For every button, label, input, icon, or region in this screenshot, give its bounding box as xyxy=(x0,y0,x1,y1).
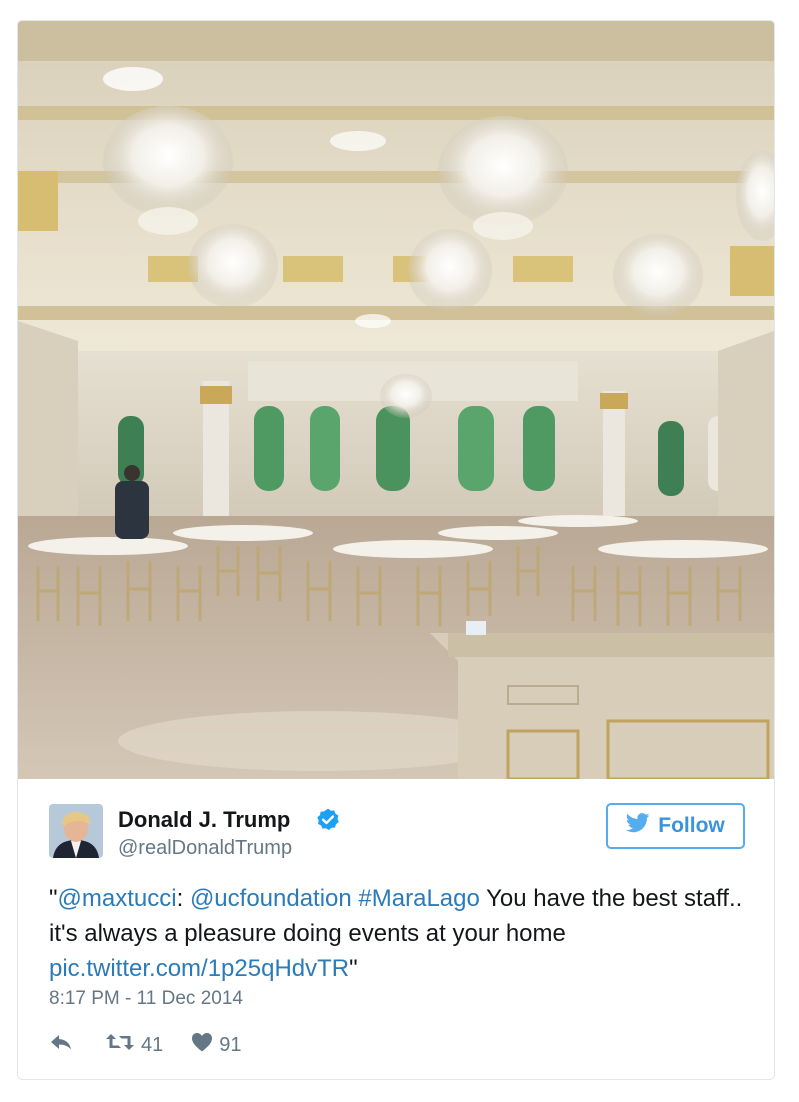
retweet-count: 41 xyxy=(141,1033,164,1056)
follow-button[interactable]: Follow xyxy=(606,803,745,849)
like-button[interactable]: 91 xyxy=(191,1032,242,1058)
reply-button[interactable] xyxy=(49,1033,75,1057)
open-quote: " xyxy=(49,885,58,912)
reply-icon xyxy=(49,1033,73,1057)
author-handle[interactable]: @realDonaldTrump xyxy=(118,837,292,860)
author-name[interactable]: Donald J. Trump xyxy=(118,807,290,833)
hashtag-link-maralago[interactable]: #MaraLago xyxy=(358,885,479,912)
verified-badge-icon xyxy=(315,807,341,833)
ballroom-photo xyxy=(18,21,774,779)
like-count: 91 xyxy=(219,1033,242,1056)
retweet-icon xyxy=(105,1032,135,1058)
tweet-timestamp[interactable]: 8:17 PM - 11 Dec 2014 xyxy=(49,988,243,1010)
tweet-photo[interactable] xyxy=(18,21,774,779)
author-avatar[interactable] xyxy=(49,804,103,858)
close-quote: " xyxy=(349,955,358,982)
mention-link-ucfoundation[interactable]: @ucfoundation xyxy=(190,885,352,912)
avatar-portrait-image xyxy=(49,804,103,858)
heart-icon xyxy=(191,1032,213,1058)
follow-label: Follow xyxy=(658,814,725,837)
tweet-actions: 41 91 xyxy=(49,1031,242,1059)
mention-link-maxtucci[interactable]: @maxtucci xyxy=(58,885,177,912)
pic-link[interactable]: pic.twitter.com/1p25qHdvTR xyxy=(49,955,349,982)
colon-text: : xyxy=(176,885,190,912)
retweet-button[interactable]: 41 xyxy=(105,1032,163,1058)
embedded-tweet-card: Donald J. Trump @realDonaldTrump Follow … xyxy=(17,20,775,1080)
twitter-bird-icon xyxy=(626,813,650,839)
tweet-text: "@maxtucci: @ucfoundation #MaraLago You … xyxy=(49,881,749,986)
